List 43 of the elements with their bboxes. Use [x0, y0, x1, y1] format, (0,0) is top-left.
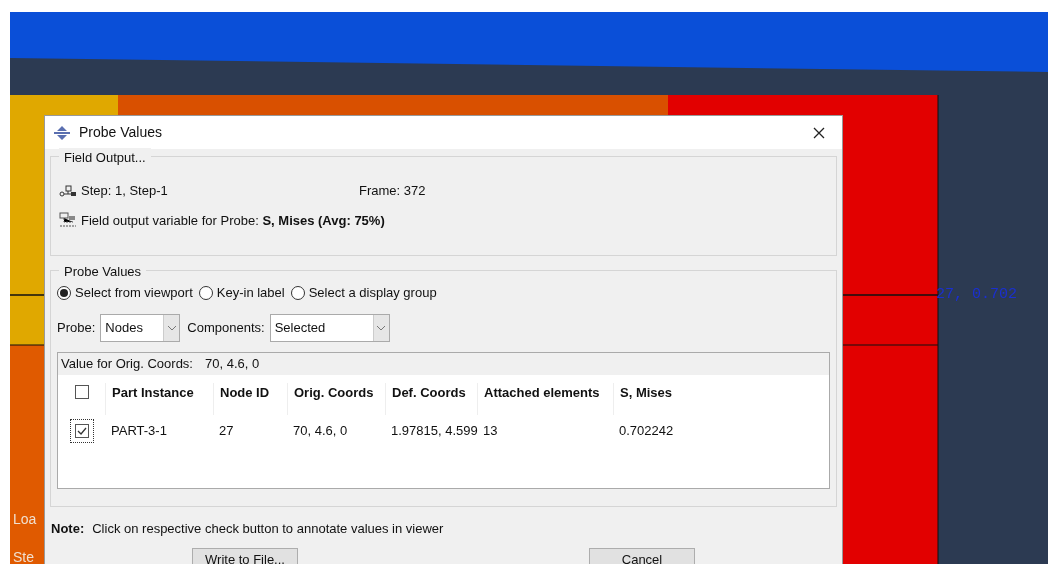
column-header[interactable]: Orig. Coords — [287, 383, 385, 415]
table-cell-text: 1.97815, 4.599 — [390, 422, 477, 441]
dropdown[interactable]: Selected — [269, 314, 390, 342]
write-to-file-button[interactable]: Write to File... — [192, 547, 298, 564]
step-label: Step: 1, Step-1 — [81, 182, 169, 200]
caption-label: Value for Orig. Coords: — [61, 355, 193, 374]
caret-icon — [372, 315, 389, 341]
column-header[interactable]: Attached elements — [477, 383, 613, 415]
table-cell-text: 13 — [482, 422, 499, 441]
column-header[interactable]: Part Instance — [105, 383, 213, 415]
radio-button[interactable] — [290, 286, 305, 300]
cancel-button[interactable]: Cancel — [589, 547, 695, 564]
variable-text: Field output variable for Probe: S, Mises (Avg: 75%) — [81, 211, 385, 230]
radio-option[interactable]: Select a display group — [290, 283, 437, 303]
legend-text: Ste — [13, 548, 34, 564]
frame-label: Frame: 372 — [359, 182, 426, 200]
checkbox[interactable] — [74, 385, 89, 399]
column-header[interactable]: S, Mises — [613, 383, 793, 415]
table-cell-text: 70, 4.6, 0 — [292, 422, 349, 441]
note-label: Note: — [51, 520, 85, 538]
probe-icon — [53, 125, 71, 140]
radio-option[interactable]: Select from viewport — [57, 283, 193, 303]
table-cell-text: 27 — [218, 422, 235, 441]
dropdown[interactable]: Nodes — [100, 314, 181, 342]
radio-option[interactable]: Key-in label — [198, 283, 285, 303]
components-label: Components: — [187, 319, 265, 338]
table-cell-text: 0.702242 — [618, 422, 675, 441]
column-header[interactable]: Node ID — [213, 383, 287, 415]
probe-label: Probe: — [57, 319, 96, 338]
column-header[interactable]: Def. Coords — [385, 383, 477, 415]
probe-annotation: 27, 0.702 — [936, 285, 1017, 305]
table-cell-text: PART-3-1 — [110, 422, 168, 441]
legend-text: Loa — [13, 510, 37, 529]
close-icon — [813, 126, 825, 139]
group-title: Field Output... — [59, 148, 151, 168]
step-icon — [59, 183, 77, 198]
window-title: Probe Values — [79, 123, 163, 142]
caret-icon — [163, 315, 180, 341]
radio-button[interactable] — [198, 286, 213, 300]
note-text: Click on respective check button to annotate values in viewer — [92, 520, 444, 538]
radio-button[interactable] — [57, 286, 71, 300]
variable-icon — [59, 212, 77, 229]
caption-value: 70, 4.6, 0 — [205, 355, 260, 374]
